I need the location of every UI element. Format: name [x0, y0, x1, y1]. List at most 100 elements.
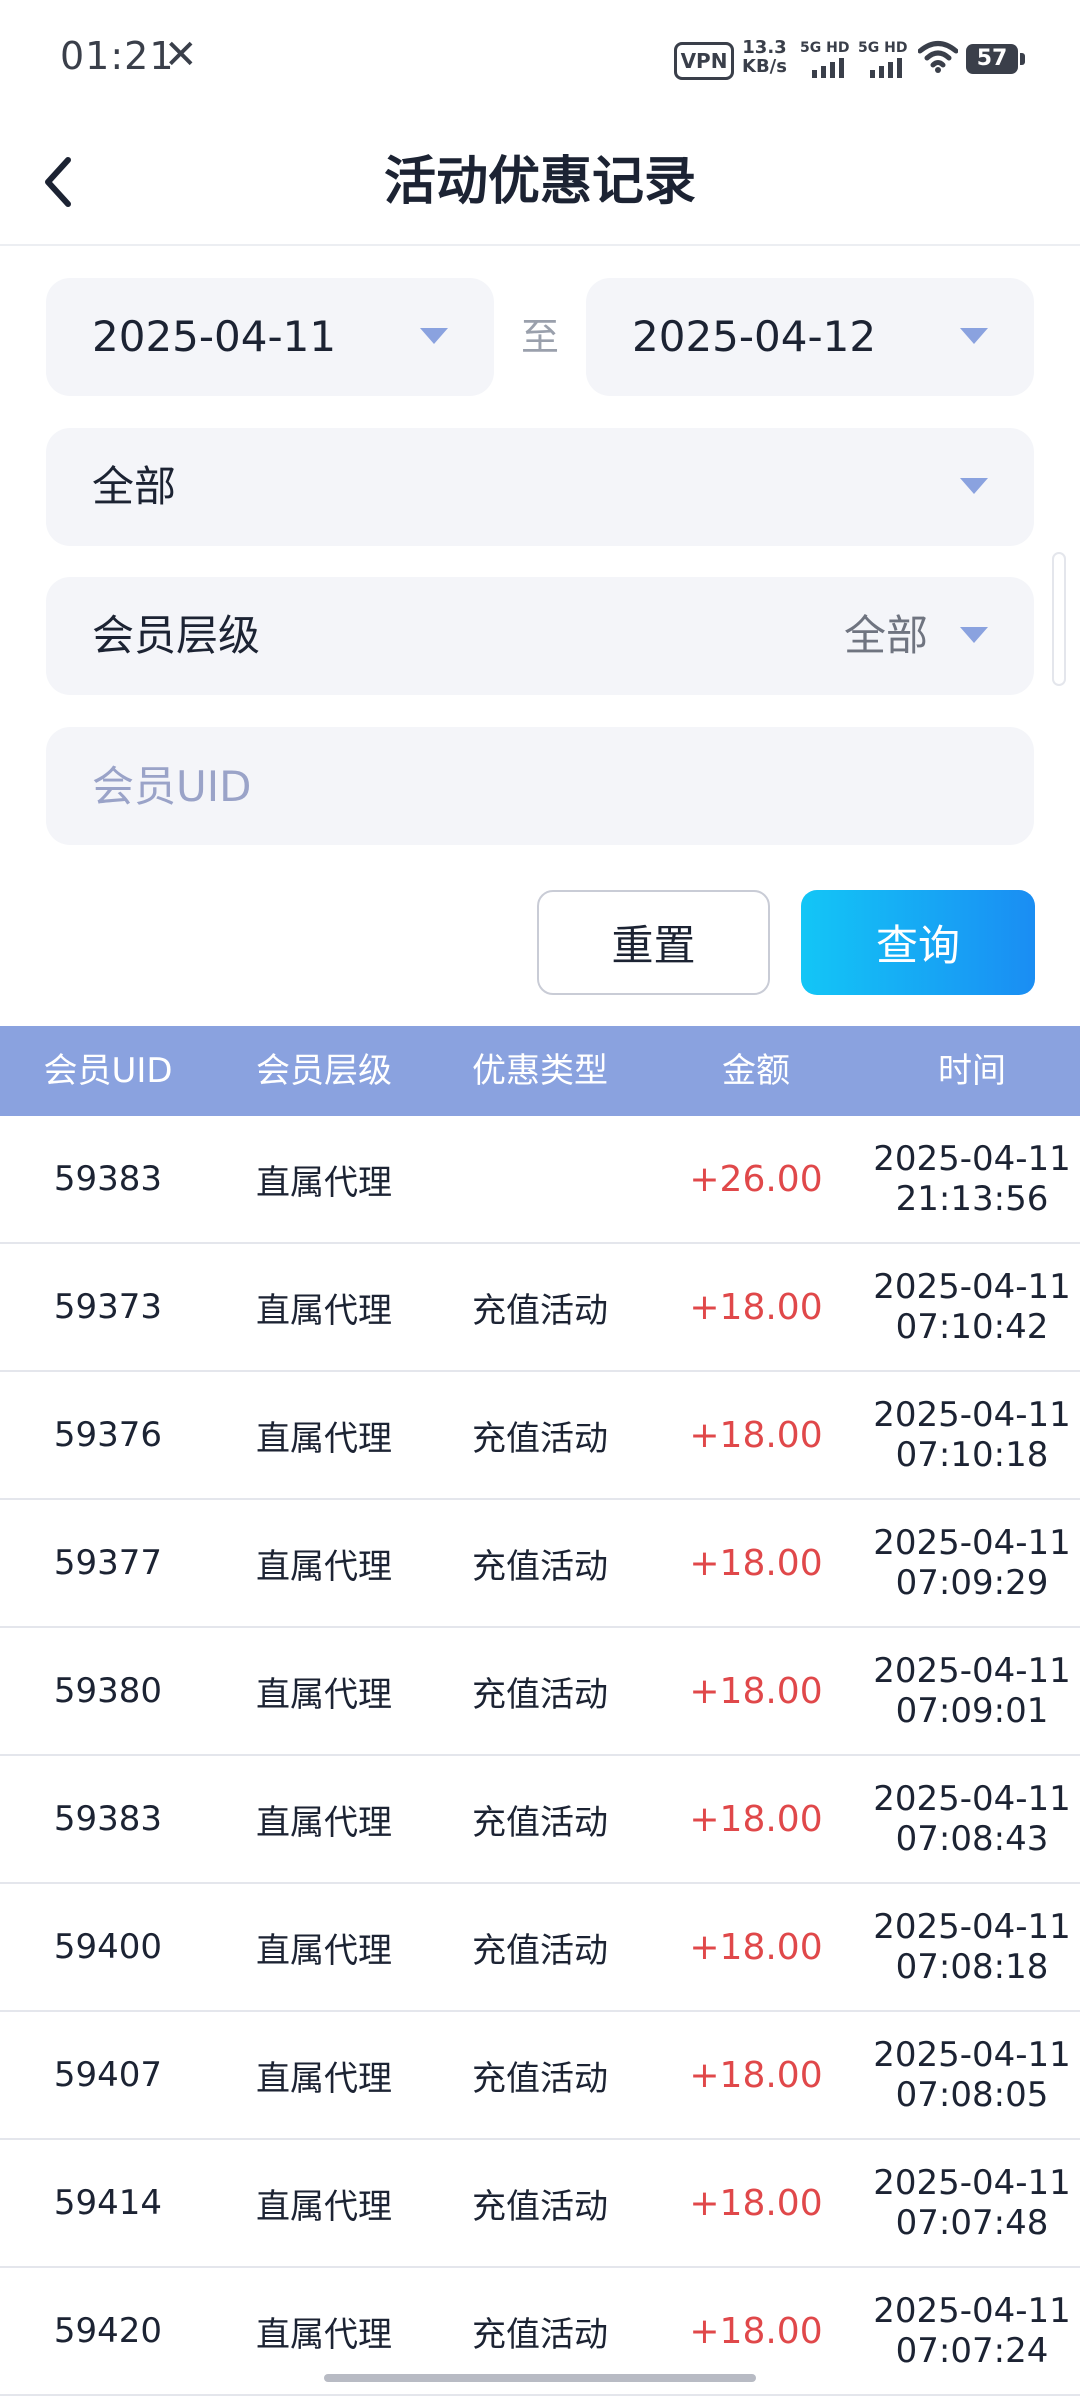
cell-level: 直属代理 — [256, 2058, 392, 2099]
cell-time-clock: 07:10:42 — [895, 1307, 1049, 1347]
member-uid-input[interactable] — [46, 727, 1034, 845]
table-row[interactable]: 59380 直属代理 充值活动 +18.00 2025-04-11 07:09:… — [0, 1628, 1080, 1756]
cell-level: 直属代理 — [256, 1674, 392, 1715]
end-date-value: 2025-04-12 — [632, 312, 877, 361]
cell-time-clock: 07:07:48 — [895, 2203, 1049, 2243]
table-row[interactable]: 59376 直属代理 充值活动 +18.00 2025-04-11 07:10:… — [0, 1372, 1080, 1500]
cell-time-date: 2025-04-11 — [873, 1523, 1071, 1563]
start-date-picker[interactable]: 2025-04-11 — [46, 278, 494, 396]
cell-time: 2025-04-11 07:08:05 — [864, 2035, 1080, 2115]
cell-time-clock: 07:07:24 — [895, 2331, 1049, 2371]
table-row[interactable]: 59383 直属代理 充值活动 +18.00 2025-04-11 07:08:… — [0, 1756, 1080, 1884]
promo-type-select[interactable]: 全部 — [46, 428, 1034, 546]
cell-time-clock: 07:10:18 — [895, 1435, 1049, 1475]
dropdown-arrow-icon — [420, 328, 448, 344]
cell-type: 充值活动 — [472, 1546, 608, 1587]
cell-level: 直属代理 — [256, 1418, 392, 1459]
column-header-time: 时间 — [938, 1051, 1006, 1091]
cell-level: 直属代理 — [256, 1930, 392, 1971]
cell-uid: 59380 — [53, 1671, 163, 1711]
cell-time-date: 2025-04-11 — [873, 1651, 1071, 1691]
cell-type: 充值活动 — [472, 2314, 608, 2355]
cell-time-date: 2025-04-11 — [873, 1907, 1071, 1947]
cell-time-date: 2025-04-11 — [873, 1395, 1071, 1435]
table-row[interactable]: 59400 直属代理 充值活动 +18.00 2025-04-11 07:08:… — [0, 1884, 1080, 2012]
column-header-type: 优惠类型 — [472, 1051, 608, 1091]
table-row[interactable]: 59373 直属代理 充值活动 +18.00 2025-04-11 07:10:… — [0, 1244, 1080, 1372]
query-button[interactable]: 查询 — [801, 890, 1035, 995]
signal-2-icon: 5G HD — [858, 40, 910, 80]
cell-amount: +18.00 — [689, 2054, 823, 2096]
wifi-icon — [918, 41, 958, 73]
cell-uid: 59407 — [53, 2055, 163, 2095]
member-level-label: 会员层级 — [92, 611, 261, 660]
status-time: 01:21 — [60, 34, 175, 78]
promo-type-value: 全部 — [92, 462, 177, 511]
network-speed-value: 13.3 — [742, 37, 787, 58]
cell-amount: +18.00 — [689, 2182, 823, 2224]
cell-time: 2025-04-11 07:09:01 — [864, 1651, 1080, 1731]
cell-type: 充值活动 — [472, 2058, 608, 2099]
cell-time-clock: 07:08:43 — [895, 1819, 1049, 1859]
end-date-picker[interactable]: 2025-04-12 — [586, 278, 1034, 396]
cell-time-clock: 07:08:18 — [895, 1947, 1049, 1987]
cell-level: 直属代理 — [256, 2314, 392, 2355]
network-speed-unit: KB/s — [742, 56, 787, 77]
cell-time: 2025-04-11 07:10:42 — [864, 1267, 1080, 1347]
cell-uid: 59383 — [53, 1159, 163, 1199]
cell-amount: +18.00 — [689, 1542, 823, 1584]
cell-type: 充值活动 — [472, 1802, 608, 1843]
cell-type: 充值活动 — [472, 1418, 608, 1459]
dropdown-arrow-icon — [960, 478, 988, 494]
status-bar: 01:21 ✕ VPN 13.3 KB/s 5G HD 5G HD 57 — [0, 0, 1080, 120]
member-level-value: 全部 — [843, 611, 928, 660]
column-header-level: 会员层级 — [256, 1051, 392, 1091]
cell-level: 直属代理 — [256, 2186, 392, 2227]
cell-time: 2025-04-11 07:09:29 — [864, 1523, 1080, 1603]
page-title: 活动优惠记录 — [383, 152, 696, 212]
cell-amount: +18.00 — [689, 1926, 823, 1968]
signal-1-icon: 5G HD — [800, 40, 852, 80]
dropdown-arrow-icon — [960, 328, 988, 344]
table-row[interactable]: 59377 直属代理 充值活动 +18.00 2025-04-11 07:09:… — [0, 1500, 1080, 1628]
table-row[interactable]: 59407 直属代理 充值活动 +18.00 2025-04-11 07:08:… — [0, 2012, 1080, 2140]
cell-type: 充值活动 — [472, 2186, 608, 2227]
dropdown-arrow-icon — [960, 627, 988, 643]
signal-1-label: 5G HD — [800, 40, 850, 56]
cell-time-date: 2025-04-11 — [873, 2291, 1071, 2331]
cell-amount: +18.00 — [689, 1286, 823, 1328]
cell-type: 充值活动 — [472, 1674, 608, 1715]
battery-icon: 57 — [966, 44, 1025, 74]
cell-type: 充值活动 — [472, 1930, 608, 1971]
cell-level: 直属代理 — [256, 1802, 392, 1843]
cell-time-clock: 07:08:05 — [895, 2075, 1049, 2115]
scroll-indicator — [1052, 552, 1066, 686]
cell-type: 充值活动 — [472, 1290, 608, 1331]
cell-time: 2025-04-11 21:13:56 — [864, 1139, 1080, 1219]
cell-level: 直属代理 — [256, 1290, 392, 1331]
table-row[interactable]: 59383 直属代理 +26.00 2025-04-11 21:13:56 — [0, 1116, 1080, 1244]
cell-amount: +18.00 — [689, 2310, 823, 2352]
records-table-body: 59383 直属代理 +26.00 2025-04-11 21:13:56 59… — [0, 1116, 1080, 2396]
date-range-separator: 至 — [520, 315, 559, 359]
cell-amount: +18.00 — [689, 1414, 823, 1456]
cell-time: 2025-04-11 07:10:18 — [864, 1395, 1080, 1475]
cell-amount: +18.00 — [689, 1670, 823, 1712]
cell-uid: 59400 — [53, 1927, 163, 1967]
page-header: 活动优惠记录 — [0, 120, 1080, 246]
cell-level: 直属代理 — [256, 1546, 392, 1587]
column-header-uid: 会员UID — [43, 1051, 173, 1091]
column-header-amount: 金额 — [722, 1051, 790, 1091]
cell-time-date: 2025-04-11 — [873, 1779, 1071, 1819]
cell-time-date: 2025-04-11 — [873, 1139, 1071, 1179]
network-speed: 13.3 KB/s — [742, 38, 787, 76]
cell-time: 2025-04-11 07:08:18 — [864, 1907, 1080, 1987]
table-header: 会员UID 会员层级 优惠类型 金额 时间 — [0, 1026, 1080, 1116]
table-row[interactable]: 59414 直属代理 充值活动 +18.00 2025-04-11 07:07:… — [0, 2140, 1080, 2268]
reset-button[interactable]: 重置 — [537, 890, 770, 995]
cell-uid: 59383 — [53, 1799, 163, 1839]
home-indicator[interactable] — [324, 2374, 756, 2382]
cell-uid: 59373 — [53, 1287, 163, 1327]
cell-time-clock: 21:13:56 — [895, 1179, 1049, 1219]
member-level-select[interactable]: 会员层级 全部 — [46, 577, 1034, 695]
